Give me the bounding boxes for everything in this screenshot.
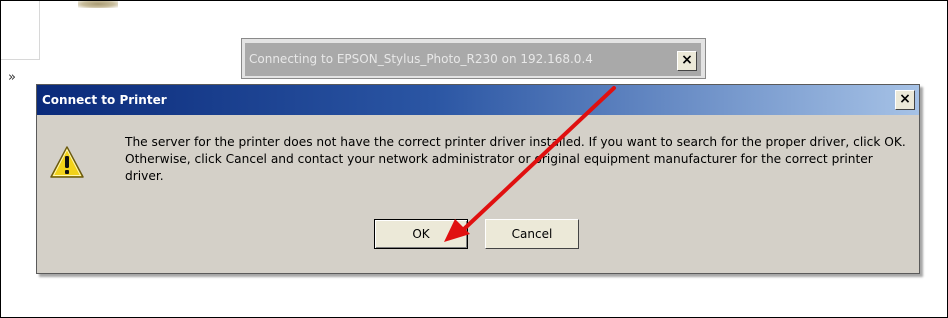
connecting-dialog: Connecting to EPSON_Stylus_Photo_R230 on… — [241, 38, 706, 79]
expand-chevron-icon[interactable]: » — [8, 70, 16, 85]
dialog-message: The server for the printer does not have… — [125, 135, 906, 183]
connecting-dialog-close-button[interactable]: × — [677, 51, 697, 71]
connecting-dialog-title: Connecting to EPSON_Stylus_Photo_R230 on… — [249, 52, 593, 66]
background-panel — [1, 1, 40, 60]
dialog-title-bar: Connect to Printer × — [37, 85, 919, 115]
cancel-button[interactable]: Cancel — [485, 219, 579, 249]
dialog-close-button[interactable]: × — [895, 90, 915, 110]
warning-icon — [50, 146, 84, 178]
connect-to-printer-dialog: Connect to Printer × The server for the … — [36, 84, 920, 274]
dialog-title: Connect to Printer — [42, 93, 167, 107]
connecting-dialog-title-bar: Connecting to EPSON_Stylus_Photo_R230 on… — [245, 43, 701, 76]
background-image-fragment — [78, 0, 118, 8]
ok-button[interactable]: OK — [374, 219, 468, 249]
